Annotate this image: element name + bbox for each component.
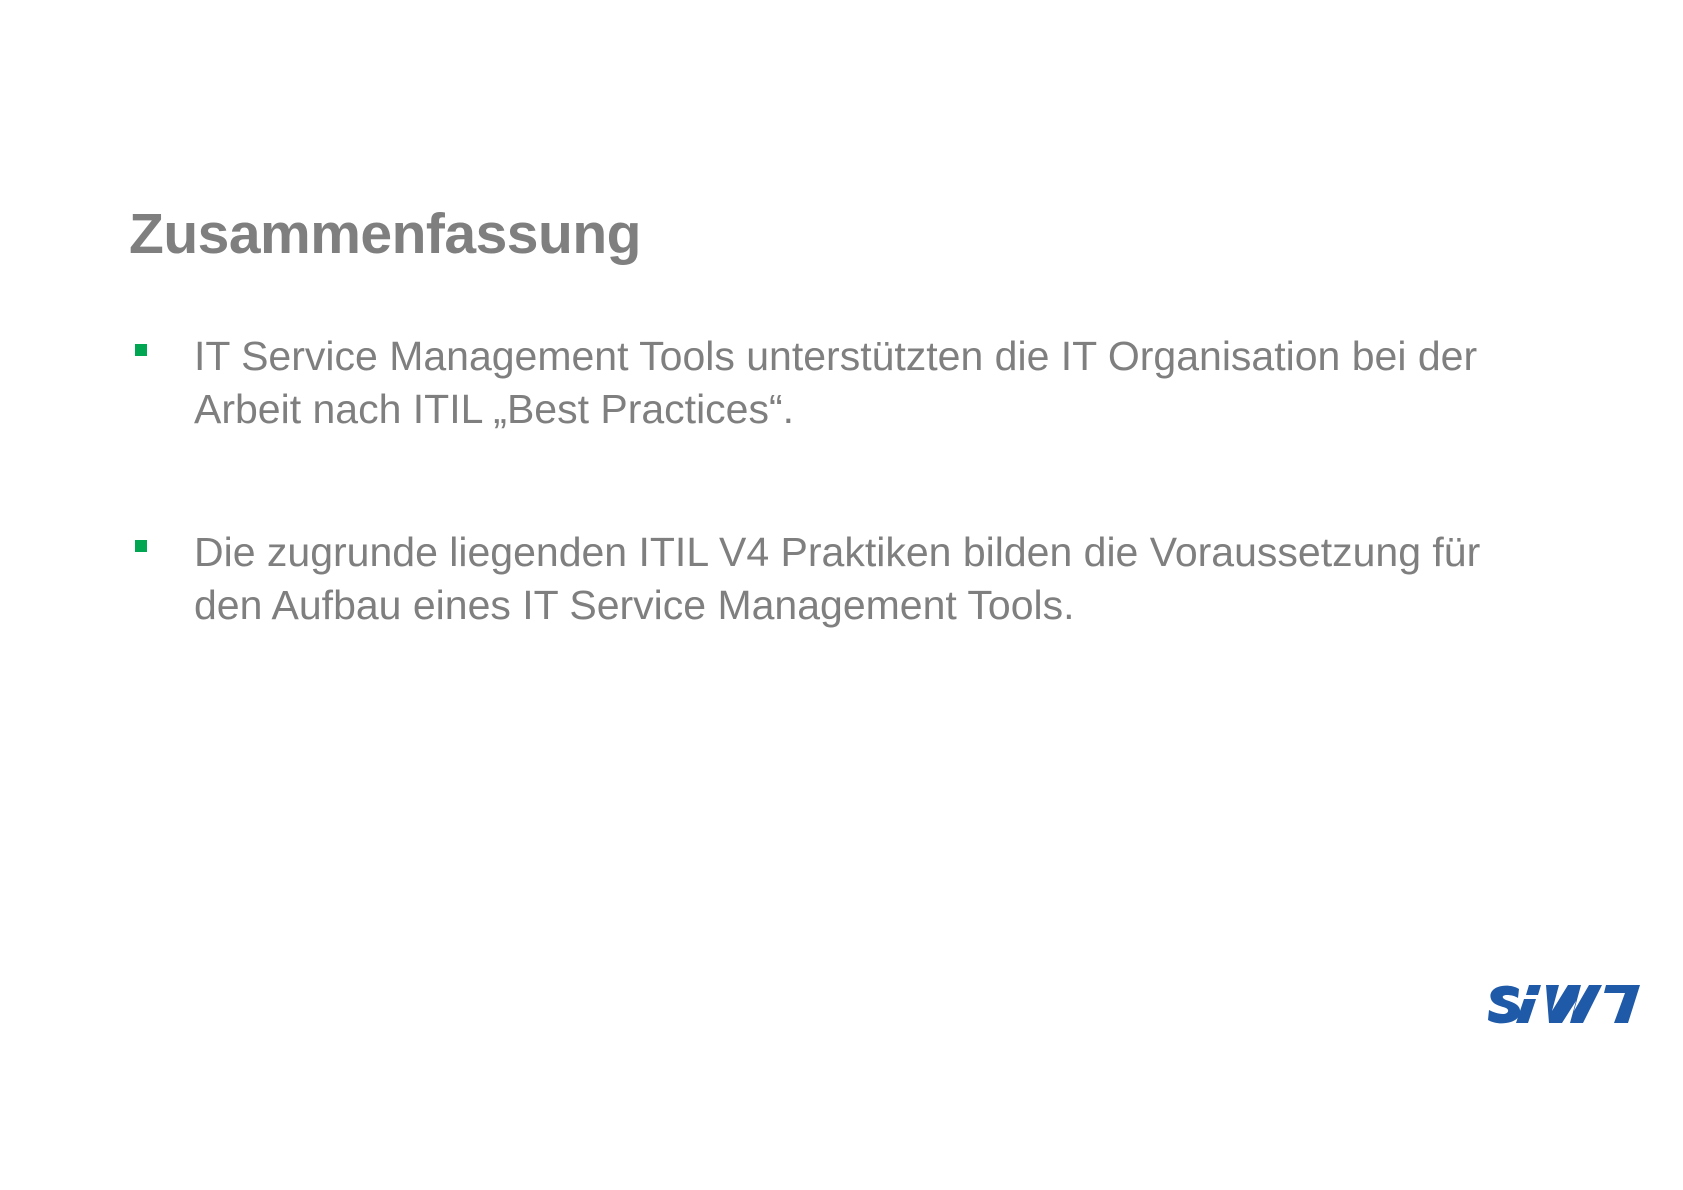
siw-logo: [1488, 985, 1640, 1024]
bullet-text: Die zugrunde liegenden ITIL V4 Praktiken…: [194, 529, 1481, 628]
slide: Zusammenfassung IT Service Management To…: [0, 0, 1683, 1190]
bullet-text: IT Service Management Tools unterstützte…: [194, 333, 1478, 432]
square-bullet-icon: [135, 344, 147, 356]
bullet-item: IT Service Management Tools unterstützte…: [130, 330, 1550, 436]
slide-title: Zusammenfassung: [129, 202, 641, 266]
bullet-item: Die zugrunde liegenden ITIL V4 Praktiken…: [130, 526, 1550, 632]
square-bullet-icon: [135, 540, 147, 552]
bullet-list: IT Service Management Tools unterstützte…: [130, 330, 1550, 722]
